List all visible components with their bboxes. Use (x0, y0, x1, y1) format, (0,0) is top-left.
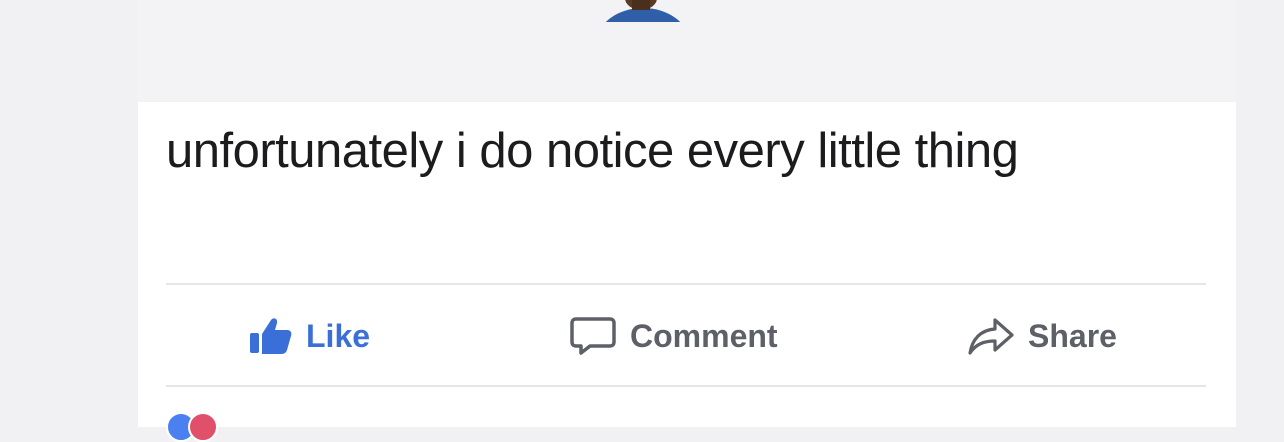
thumbs-up-icon (248, 317, 292, 355)
post-actions-bar: Like Comment Share (166, 290, 1206, 382)
share-arrow-icon (968, 316, 1014, 356)
love-reaction-icon (188, 412, 218, 442)
like-label: Like (306, 317, 371, 354)
divider (166, 385, 1206, 387)
reactions-summary[interactable] (166, 412, 218, 442)
comment-label: Comment (630, 317, 778, 354)
speech-bubble-icon (570, 316, 616, 356)
comment-button[interactable]: Comment (570, 290, 778, 382)
post-text: unfortunately i do notice every little t… (166, 124, 1019, 178)
avatar-image (605, 0, 681, 22)
divider (166, 283, 1206, 285)
post-header (138, 0, 1236, 102)
share-label: Share (1028, 317, 1117, 354)
post-card: unfortunately i do notice every little t… (138, 0, 1236, 442)
avatar[interactable] (596, 0, 690, 22)
share-button[interactable]: Share (968, 290, 1117, 382)
like-button[interactable]: Like (248, 290, 370, 382)
